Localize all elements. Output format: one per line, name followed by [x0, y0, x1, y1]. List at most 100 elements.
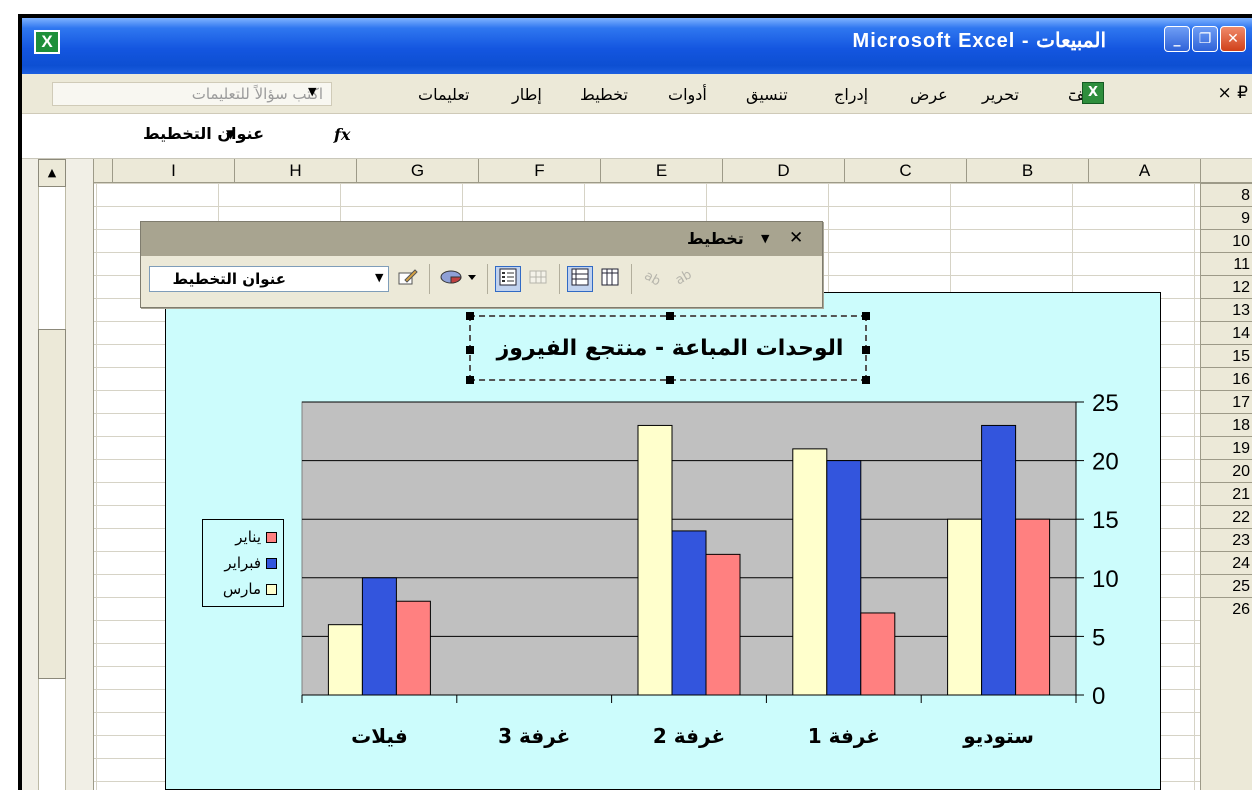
format-chart-title-icon[interactable]: [395, 266, 421, 292]
close-icon[interactable]: ✕: [1220, 26, 1246, 52]
bar: [361, 577, 397, 696]
title-bar[interactable]: X Microsoft Excel - المبيعات _ ❐ ✕: [22, 18, 1252, 74]
y-tick-label: 25: [1092, 390, 1119, 417]
ask-question-input[interactable]: اكتب سؤالاً للتعليمات: [52, 82, 332, 106]
chart-type-icon[interactable]: [437, 266, 481, 292]
resize-handle[interactable]: [862, 346, 870, 354]
row-header[interactable]: 17: [1201, 390, 1252, 413]
chart-objects-select[interactable]: عنوان التخطيط: [149, 266, 389, 292]
column-header[interactable]: E: [600, 159, 722, 183]
row-header[interactable]: 14: [1201, 321, 1252, 344]
angle-text-downward-icon[interactable]: ab: [639, 266, 665, 292]
row-header[interactable]: 19: [1201, 436, 1252, 459]
vertical-scrollbar[interactable]: ▲: [22, 159, 94, 790]
insert-function-icon[interactable]: fx: [334, 125, 350, 144]
row-header[interactable]: 9: [1201, 206, 1252, 229]
column-header[interactable]: C: [844, 159, 966, 183]
row-header[interactable]: 24: [1201, 551, 1252, 574]
resize-handle[interactable]: [862, 312, 870, 320]
doc-window-controls[interactable]: × ₽: [1218, 83, 1248, 103]
column-header[interactable]: G: [356, 159, 478, 183]
menu-item-tools[interactable]: أدوات: [668, 85, 707, 104]
bar: [947, 518, 983, 696]
doc-minimize-icon[interactable]: -: [1070, 82, 1077, 103]
restore-icon[interactable]: ❐: [1192, 26, 1218, 52]
chevron-down-icon[interactable]: ▼: [375, 271, 383, 284]
x-tick-label: غرفة 1: [808, 724, 880, 748]
scroll-thumb[interactable]: [38, 329, 66, 679]
menu-item-insert[interactable]: إدراج: [834, 85, 868, 104]
angle-text-upward-icon[interactable]: ab: [669, 266, 695, 292]
menu-item-help[interactable]: تعليمات: [418, 85, 469, 104]
row-header[interactable]: 8: [1201, 183, 1252, 206]
row-header[interactable]: 20: [1201, 459, 1252, 482]
legend-icon[interactable]: [495, 266, 521, 292]
bar: [637, 424, 673, 696]
row-header[interactable]: 10: [1201, 229, 1252, 252]
data-table-icon[interactable]: [525, 266, 551, 292]
row-header[interactable]: 18: [1201, 413, 1252, 436]
menu-item-format[interactable]: تنسيق: [746, 85, 788, 104]
row-header[interactable]: 15: [1201, 344, 1252, 367]
resize-handle[interactable]: [666, 312, 674, 320]
menu-item-edit[interactable]: تحرير: [982, 85, 1019, 104]
by-column-icon[interactable]: [597, 266, 623, 292]
excel-window: X Microsoft Excel - المبيعات _ ❐ ✕ اكتب …: [0, 0, 1252, 790]
formula-bar: عنوان التخطيط ▼ fx: [22, 115, 1252, 159]
chart-area[interactable]: 0 5 10 15 20 25 ستوديو غرفة 1 غرفة 2 غرفة 3 فيلات …: [165, 292, 1161, 790]
menu-item-chart[interactable]: تخطيط: [580, 85, 628, 104]
column-header[interactable]: D: [722, 159, 844, 183]
column-header[interactable]: A: [1088, 159, 1200, 183]
toolbar-separator: [487, 264, 488, 294]
scroll-up-icon[interactable]: ▲: [38, 159, 66, 187]
toolbar-caption[interactable]: تخطيط ▼ ✕: [141, 222, 822, 256]
chevron-down-icon[interactable]: ▼: [226, 127, 235, 141]
row-header[interactable]: 12: [1201, 275, 1252, 298]
close-icon[interactable]: ✕: [789, 228, 803, 248]
chart-legend[interactable]: يناير فبراير مارس: [202, 519, 284, 607]
resize-handle[interactable]: [862, 376, 870, 384]
menu-item-window[interactable]: إطار: [512, 85, 542, 104]
chart-title-selection[interactable]: الوحدات المباعة - منتجع الفيروز: [466, 312, 870, 384]
chevron-down-icon[interactable]: ▼: [761, 232, 769, 245]
toolbar-body: عنوان التخطيط ▼ ab ab: [141, 256, 822, 307]
bar: [1015, 518, 1051, 696]
toolbar-separator: [631, 264, 632, 294]
by-row-icon[interactable]: [567, 266, 593, 292]
bar: [327, 624, 363, 696]
column-header[interactable]: I: [112, 159, 234, 183]
x-tick-label: فيلات: [351, 724, 408, 748]
legend-swatch: [266, 532, 277, 543]
row-header[interactable]: 26: [1201, 597, 1252, 620]
svg-text:ab: ab: [673, 267, 692, 287]
legend-item: مارس: [203, 578, 285, 600]
row-header[interactable]: 22: [1201, 505, 1252, 528]
resize-handle[interactable]: [466, 346, 474, 354]
legend-label: يناير: [235, 528, 261, 546]
bar: [981, 424, 1017, 696]
toolbar-separator: [559, 264, 560, 294]
row-header[interactable]: 21: [1201, 482, 1252, 505]
excel-icon[interactable]: X: [34, 30, 60, 54]
column-header[interactable]: F: [478, 159, 600, 183]
bar: [395, 600, 431, 696]
workbook-icon[interactable]: X: [1082, 82, 1104, 104]
menu-item-view[interactable]: عرض: [910, 85, 948, 104]
select-all-corner[interactable]: [1200, 159, 1252, 183]
chevron-down-icon[interactable]: ▼: [308, 85, 316, 98]
resize-handle[interactable]: [466, 312, 474, 320]
column-header[interactable]: H: [234, 159, 356, 183]
resize-handle[interactable]: [666, 376, 674, 384]
row-header[interactable]: 16: [1201, 367, 1252, 390]
column-header[interactable]: B: [966, 159, 1088, 183]
row-header[interactable]: 25: [1201, 574, 1252, 597]
row-header[interactable]: 23: [1201, 528, 1252, 551]
minimize-icon[interactable]: _: [1164, 26, 1190, 52]
resize-handle[interactable]: [466, 376, 474, 384]
chart-title[interactable]: الوحدات المباعة - منتجع الفيروز: [471, 317, 869, 383]
chart-toolbar: تخطيط ▼ ✕ عنوان التخطيط ▼ ab ab: [140, 221, 823, 308]
row-header[interactable]: 13: [1201, 298, 1252, 321]
row-header[interactable]: 11: [1201, 252, 1252, 275]
x-tick-label: غرفة 2: [653, 724, 725, 748]
svg-text:ab: ab: [642, 268, 662, 287]
